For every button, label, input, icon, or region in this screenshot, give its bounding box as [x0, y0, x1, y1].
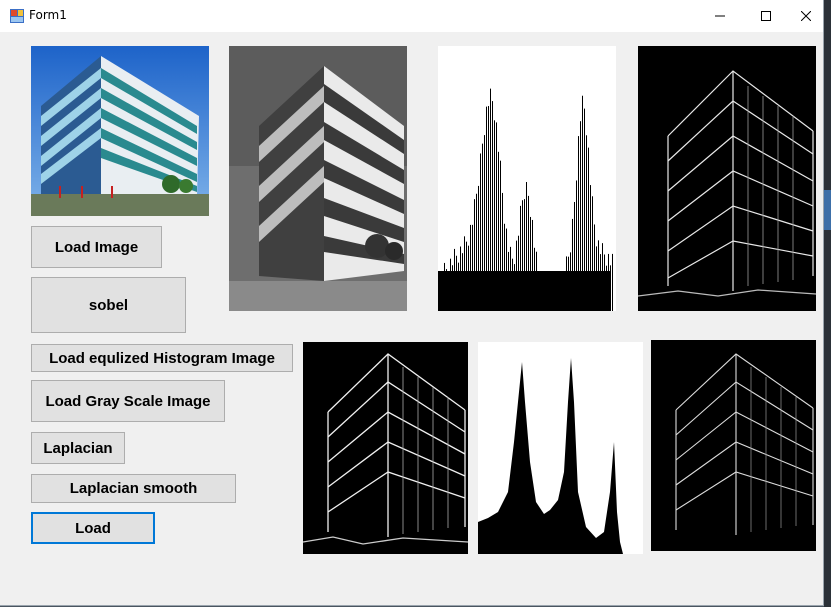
- app-icon: [10, 9, 24, 23]
- histogram-base: [438, 271, 611, 311]
- laplacian-smooth-button[interactable]: Laplacian smooth: [31, 474, 236, 503]
- sobel-button[interactable]: sobel: [31, 277, 186, 333]
- laplacian-button[interactable]: Laplacian: [31, 432, 125, 464]
- minimize-button[interactable]: [697, 0, 743, 32]
- equalized-histogram-shape: [478, 358, 623, 554]
- close-button[interactable]: [783, 0, 829, 32]
- title-bar[interactable]: Form1: [0, 0, 823, 32]
- close-icon: [801, 11, 811, 21]
- window-title: Form1: [29, 8, 67, 22]
- grayscale-image-picturebox: [229, 46, 407, 311]
- histogram-bars: [438, 88, 613, 311]
- histogram-picturebox: [438, 46, 616, 311]
- histogram-bar: [612, 253, 613, 311]
- load-equalized-histogram-button[interactable]: Load equlized Histogram Image: [31, 344, 293, 372]
- load-image-button[interactable]: Load Image: [31, 226, 162, 268]
- equalized-histogram-picturebox: [478, 342, 643, 554]
- background-window-edge: [824, 0, 831, 607]
- load-button[interactable]: Load: [31, 512, 155, 544]
- load-gray-scale-button[interactable]: Load Gray Scale Image: [31, 380, 225, 422]
- laplacian-image-picturebox: [303, 342, 468, 554]
- minimize-icon: [715, 15, 725, 17]
- original-image-picturebox: [31, 46, 209, 216]
- maximize-icon: [761, 11, 771, 21]
- sobel-image-picturebox: [638, 46, 816, 311]
- laplacian-smooth-image-picturebox: [651, 340, 816, 551]
- form1-window: Form1 Load Image sobel Load equlized His…: [0, 0, 824, 606]
